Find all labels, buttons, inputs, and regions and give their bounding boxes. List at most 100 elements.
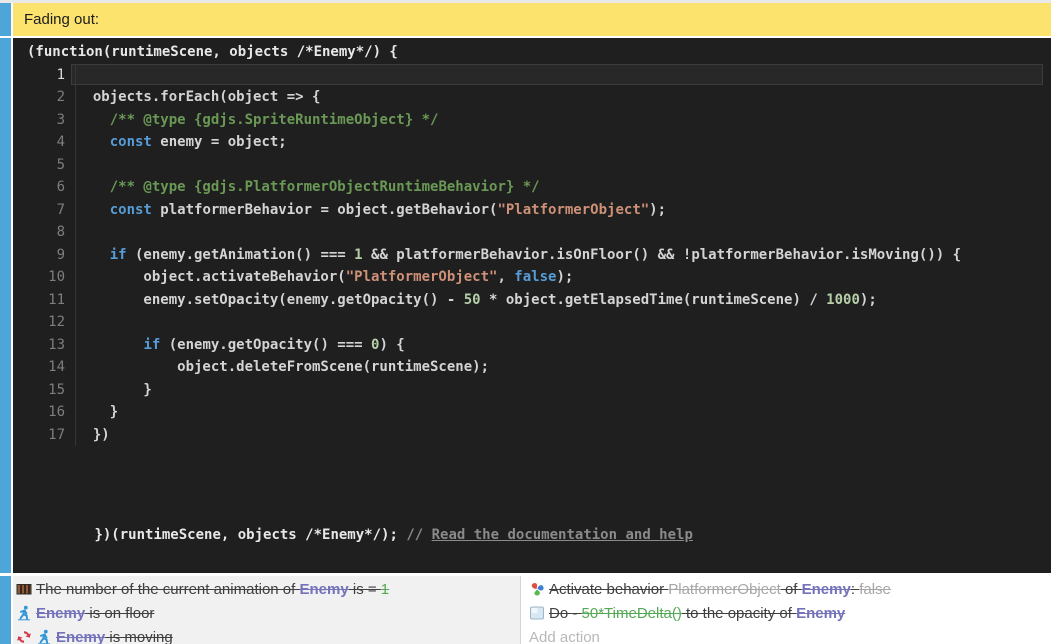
code-token: * object.getElapsedTime(runtimeScene) / xyxy=(481,292,827,308)
code-text: /** @type {gdjs.SpriteRuntimeObject} */ xyxy=(65,109,438,132)
code-line: 2 objects.forEach(object => { xyxy=(27,86,1045,109)
code-token: , xyxy=(497,269,514,285)
actions-column: Activate behavior PlatformerObject of En… xyxy=(521,576,1051,644)
add-action-button[interactable]: Add action xyxy=(529,625,1051,644)
condition-row[interactable]: The number of the current animation of E… xyxy=(16,577,520,601)
code-text: } xyxy=(65,401,118,424)
line-number: 16 xyxy=(27,401,65,424)
inverted-condition-icon xyxy=(16,629,32,644)
line-number: 13 xyxy=(27,334,65,357)
code-token: } xyxy=(76,404,118,420)
code-line: 8 xyxy=(27,221,1045,244)
action-text-segment: Enemy xyxy=(796,605,845,622)
code-token xyxy=(76,179,110,195)
condition-row[interactable]: Enemy is on floor xyxy=(16,601,520,625)
code-wrapper-footer-code: })(runtimeScene, objects /*Enemy*/); xyxy=(94,527,406,543)
condition-text-segment: is = xyxy=(349,581,381,598)
line-number: 7 xyxy=(27,199,65,222)
opacity-icon xyxy=(529,605,545,621)
code-token: } xyxy=(76,382,152,398)
code-text: /** @type {gdjs.PlatformerObjectRuntimeB… xyxy=(65,176,540,199)
code-line: 9 if (enemy.getAnimation() === 1 && plat… xyxy=(27,244,1045,267)
code-token xyxy=(76,202,110,218)
line-number: 14 xyxy=(27,356,65,379)
documentation-link[interactable]: Read the documentation and help xyxy=(432,527,693,543)
code-text xyxy=(65,64,76,87)
line-number: 3 xyxy=(27,109,65,132)
code-line: 11 enemy.setOpacity(enemy.getOpacity() -… xyxy=(27,289,1045,312)
action-row[interactable]: Activate behavior PlatformerObject of En… xyxy=(529,577,1051,601)
code-token: false xyxy=(514,269,556,285)
action-text-segment: Enemy xyxy=(802,581,851,598)
code-line: 5 xyxy=(27,154,1045,177)
action-text-segment: - xyxy=(572,605,581,622)
code-token: /** @type {gdjs.PlatformerObjectRuntimeB… xyxy=(110,179,540,195)
code-line: 13 if (enemy.getOpacity() === 0) { xyxy=(27,334,1045,357)
line-number: 9 xyxy=(27,244,65,267)
code-token xyxy=(76,112,110,128)
comment-banner[interactable]: Fading out: xyxy=(13,3,1051,36)
action-text-segment: Do xyxy=(549,605,572,622)
action-text-segment: Activate behavior xyxy=(549,581,668,598)
line-number: 6 xyxy=(27,176,65,199)
code-line: 12 xyxy=(27,311,1045,334)
js-code-event-row: (function(runtimeScene, objects /*Enemy*… xyxy=(0,38,1051,573)
line-number: 11 xyxy=(27,289,65,312)
action-row[interactable]: Do - 50*TimeDelta() to the opacity of En… xyxy=(529,601,1051,625)
code-token: && platformerBehavior.isOnFloor() && !pl… xyxy=(363,247,961,263)
action-text-segment: of xyxy=(781,581,802,598)
line-number: 17 xyxy=(27,424,65,447)
action-text-segment: false xyxy=(859,581,891,598)
code-token: ) { xyxy=(379,337,404,353)
code-token: ); xyxy=(556,269,573,285)
code-text xyxy=(65,154,76,177)
code-line: 10 object.activateBehavior("PlatformerOb… xyxy=(27,266,1045,289)
code-token xyxy=(76,247,110,263)
comment-event-row[interactable]: Fading out: xyxy=(0,3,1051,36)
code-token: /** @type {gdjs.SpriteRuntimeObject} */ xyxy=(110,112,439,128)
platformer-icon xyxy=(36,629,52,644)
code-line: 14 object.deleteFromScene(runtimeScene); xyxy=(27,356,1045,379)
code-line: 7 const platformerBehavior = object.getB… xyxy=(27,199,1045,222)
code-token: ); xyxy=(649,202,666,218)
code-token: if xyxy=(110,247,127,263)
animation-icon xyxy=(16,581,32,597)
code-token: if xyxy=(143,337,160,353)
action-text-segment: : xyxy=(851,581,859,598)
code-text: objects.forEach(object => { xyxy=(65,86,320,109)
behavior-icon xyxy=(529,581,545,597)
line-number: 2 xyxy=(27,86,65,109)
code-lines: 12 objects.forEach(object => {3 /** @typ… xyxy=(27,64,1045,447)
condition-text-segment: Enemy xyxy=(36,605,85,622)
code-wrapper-footer: })(runtimeScene, objects /*Enemy*/); // … xyxy=(27,502,1045,570)
condition-row[interactable]: Enemy is moving xyxy=(16,625,520,644)
condition-text-segment: The number of the current animation of xyxy=(36,581,299,598)
condition-text-segment: is on floor xyxy=(85,605,154,622)
code-token: objects.forEach(object => { xyxy=(76,89,320,105)
code-line: 1 xyxy=(27,64,1045,87)
condition-text-segment: 1 xyxy=(381,581,389,598)
comment-banner-label: Fading out: xyxy=(24,11,99,28)
code-text: if (enemy.getOpacity() === 0) { xyxy=(65,334,405,357)
event-selection-bar xyxy=(0,38,11,573)
event-selection-bar xyxy=(0,576,11,644)
code-text: const platformerBehavior = object.getBeh… xyxy=(65,199,666,222)
js-code-editor[interactable]: (function(runtimeScene, objects /*Enemy*… xyxy=(13,38,1051,573)
code-token: (enemy.getAnimation() === xyxy=(127,247,355,263)
code-token: }) xyxy=(76,427,110,443)
action-text-segment: 50*TimeDelta() xyxy=(582,605,682,622)
code-text: const enemy = object; xyxy=(65,131,287,154)
line-number: 8 xyxy=(27,221,65,244)
line-number: 1 xyxy=(27,64,65,87)
code-token: 1 xyxy=(354,247,362,263)
code-token xyxy=(76,134,110,150)
comment-slashes: // xyxy=(406,527,431,543)
code-token: enemy.setOpacity(enemy.getOpacity() - xyxy=(76,292,464,308)
code-token: "PlatformerObject" xyxy=(497,202,649,218)
current-line-highlight xyxy=(71,64,1043,86)
code-token xyxy=(76,337,143,353)
line-number: 15 xyxy=(27,379,65,402)
code-token: object.deleteFromScene(runtimeScene); xyxy=(76,359,489,375)
code-text: } xyxy=(65,379,152,402)
line-number: 4 xyxy=(27,131,65,154)
